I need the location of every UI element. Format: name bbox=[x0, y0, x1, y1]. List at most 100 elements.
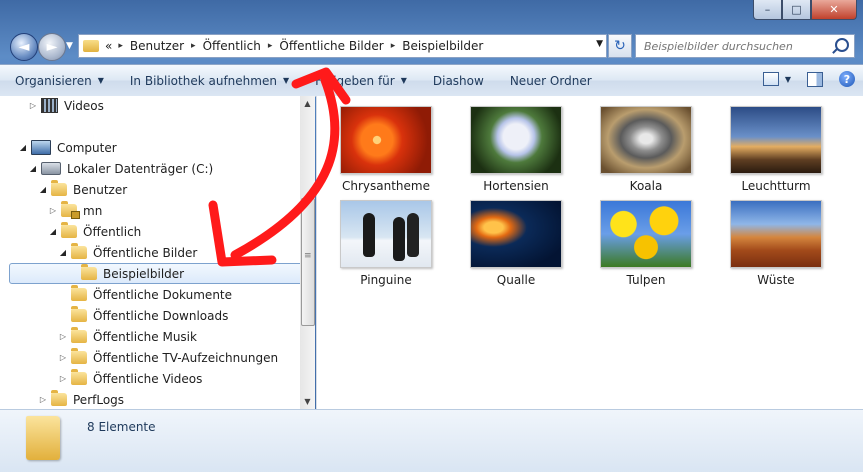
change-view-icon[interactable] bbox=[762, 72, 779, 86]
file-thumbnail[interactable]: Tulpen bbox=[591, 200, 701, 287]
file-thumbnail[interactable]: Hortensien bbox=[461, 106, 571, 193]
address-dropdown-icon[interactable]: ▼ bbox=[596, 39, 603, 49]
file-thumbnail[interactable]: Leuchtturm bbox=[721, 106, 831, 193]
search-icon[interactable] bbox=[835, 38, 849, 52]
collapsed-arrow-icon[interactable]: ▷ bbox=[58, 353, 68, 362]
command-bar-right: ▼ ? bbox=[762, 71, 855, 87]
breadcrumb-separator-icon[interactable]: ▸ bbox=[118, 41, 123, 51]
breadcrumb-overflow[interactable]: « bbox=[105, 39, 112, 53]
chevron-down-icon: ▼ bbox=[282, 76, 290, 85]
back-button[interactable]: ◄ bbox=[10, 33, 38, 61]
tree-item[interactable]: Öffentliche Dokumente bbox=[0, 284, 300, 305]
breadcrumb-oeffentlich[interactable]: Öffentlich bbox=[203, 39, 261, 53]
recent-pages-dropdown[interactable]: ▼ bbox=[66, 41, 73, 51]
tree-item-label: Öffentlich bbox=[83, 224, 142, 239]
wueste-image bbox=[730, 200, 822, 268]
folder-icon bbox=[83, 40, 99, 52]
breadcrumb-beispielbilder[interactable]: Beispielbilder bbox=[402, 39, 483, 53]
file-name: Leuchtturm bbox=[741, 179, 811, 193]
tree-item-label: Beispielbilder bbox=[103, 266, 185, 281]
expanded-arrow-icon[interactable]: ◢ bbox=[18, 143, 28, 152]
preview-pane-icon[interactable] bbox=[807, 71, 823, 87]
tree-item[interactable]: ◢ Lokaler Datenträger (C:) bbox=[0, 158, 300, 179]
tree-item[interactable]: ▷ Öffentliche Videos bbox=[0, 368, 300, 389]
close-button[interactable]: ✕ bbox=[811, 0, 857, 20]
tree-item[interactable]: Beispielbilder bbox=[9, 263, 300, 284]
slideshow-button[interactable]: Diashow bbox=[418, 74, 495, 88]
organize-menu[interactable]: Organisieren ▼ bbox=[0, 74, 115, 88]
scroll-down-icon[interactable]: ▼ bbox=[300, 394, 315, 409]
collapsed-arrow-icon[interactable]: ▷ bbox=[38, 395, 48, 404]
breadcrumb-benutzer[interactable]: Benutzer bbox=[130, 39, 184, 53]
expanded-arrow-icon[interactable]: ◢ bbox=[58, 248, 68, 257]
share-with-menu[interactable]: Freigeben für ▼ bbox=[300, 74, 418, 88]
maximize-button[interactable]: □ bbox=[782, 0, 811, 20]
tree-item[interactable]: ▷ Öffentliche Musik bbox=[0, 326, 300, 347]
tree-item[interactable]: ▷ PerfLogs bbox=[0, 389, 300, 409]
file-thumbnail[interactable]: Wüste bbox=[721, 200, 831, 287]
file-thumbnail[interactable]: Chrysantheme bbox=[331, 106, 441, 193]
file-name: Pinguine bbox=[360, 273, 412, 287]
qualle-image bbox=[470, 200, 562, 268]
chevron-down-icon: ▼ bbox=[400, 76, 407, 85]
breadcrumb-separator-icon[interactable]: ▸ bbox=[391, 41, 396, 51]
item-count: 8 Elemente bbox=[87, 420, 156, 434]
tree-item[interactable]: Öffentliche Downloads bbox=[0, 305, 300, 326]
expanded-arrow-icon[interactable]: ◢ bbox=[28, 164, 38, 173]
new-folder-label: Neuer Ordner bbox=[509, 73, 592, 88]
breadcrumb-oeffentliche-bilder[interactable]: Öffentliche Bilder bbox=[279, 39, 383, 53]
folder-icon bbox=[81, 264, 97, 280]
tree-item-label: Videos bbox=[64, 98, 104, 113]
new-folder-button[interactable]: Neuer Ordner bbox=[495, 74, 603, 88]
folder-icon bbox=[71, 285, 87, 301]
file-name: Chrysantheme bbox=[342, 179, 430, 193]
tree-item[interactable]: ◢ Öffentlich bbox=[0, 221, 300, 242]
slideshow-label: Diashow bbox=[432, 73, 484, 88]
tree-item-label: PerfLogs bbox=[73, 392, 125, 407]
breadcrumb-separator-icon[interactable]: ▸ bbox=[268, 41, 273, 51]
help-icon[interactable]: ? bbox=[839, 71, 855, 87]
leuchtturm-image bbox=[730, 106, 822, 174]
scroll-thumb[interactable] bbox=[301, 198, 315, 326]
collapsed-arrow-icon[interactable]: ▷ bbox=[58, 332, 68, 341]
tree-item[interactable]: ◢ Benutzer bbox=[0, 179, 300, 200]
tree-item[interactable]: ▷ Videos bbox=[0, 96, 300, 116]
tree-item-label: Öffentliche Downloads bbox=[93, 308, 229, 323]
tree-item[interactable]: ▷ mn bbox=[0, 200, 300, 221]
expanded-arrow-icon[interactable]: ◢ bbox=[38, 185, 48, 194]
search-input[interactable] bbox=[642, 38, 854, 54]
breadcrumb-separator-icon[interactable]: ▸ bbox=[191, 41, 196, 51]
pinguine-image bbox=[340, 200, 432, 268]
view-options-dropdown-icon[interactable]: ▼ bbox=[785, 75, 791, 84]
include-in-library-menu[interactable]: In Bibliothek aufnehmen ▼ bbox=[115, 74, 300, 88]
file-thumbnail[interactable]: Pinguine bbox=[331, 200, 441, 287]
folder-icon bbox=[71, 327, 87, 343]
tree-item-label: Computer bbox=[57, 140, 117, 155]
hortensien-image bbox=[470, 106, 562, 174]
folder-icon bbox=[71, 369, 87, 385]
refresh-button[interactable]: ↻ bbox=[608, 34, 632, 58]
search-box[interactable] bbox=[635, 34, 855, 58]
tree-item[interactable]: ◢ Öffentliche Bilder bbox=[0, 242, 300, 263]
minimize-button[interactable]: – bbox=[753, 0, 782, 20]
tree-item[interactable]: ◢ Computer bbox=[0, 137, 300, 158]
command-bar: Organisieren ▼ In Bibliothek aufnehmen ▼ F… bbox=[0, 64, 863, 97]
tree-item[interactable]: ▷ Öffentliche TV-Aufzeichnungen bbox=[0, 347, 300, 368]
include-in-library-label: In Bibliothek aufnehmen bbox=[129, 73, 277, 88]
address-bar[interactable]: « ▸ Benutzer ▸ Öffentlich ▸ Öffentliche … bbox=[78, 34, 607, 58]
tree-scrollbar[interactable]: ▲ ▼ bbox=[300, 96, 315, 409]
file-thumbnail[interactable]: Qualle bbox=[461, 200, 571, 287]
locked-folder-icon bbox=[61, 201, 80, 219]
folder-icon bbox=[51, 390, 67, 406]
drive-icon bbox=[41, 162, 61, 175]
collapsed-arrow-icon[interactable]: ▷ bbox=[48, 206, 58, 215]
file-thumbnail[interactable]: Koala bbox=[591, 106, 701, 193]
scroll-up-icon[interactable]: ▲ bbox=[300, 96, 315, 111]
forward-arrow-icon: ► bbox=[46, 39, 58, 55]
file-name: Hortensien bbox=[483, 179, 549, 193]
expanded-arrow-icon[interactable]: ◢ bbox=[48, 227, 58, 236]
collapsed-arrow-icon[interactable]: ▷ bbox=[58, 374, 68, 383]
forward-button[interactable]: ► bbox=[38, 33, 66, 61]
tree-item-label: Öffentliche Bilder bbox=[93, 245, 198, 260]
collapsed-arrow-icon[interactable]: ▷ bbox=[28, 101, 38, 110]
